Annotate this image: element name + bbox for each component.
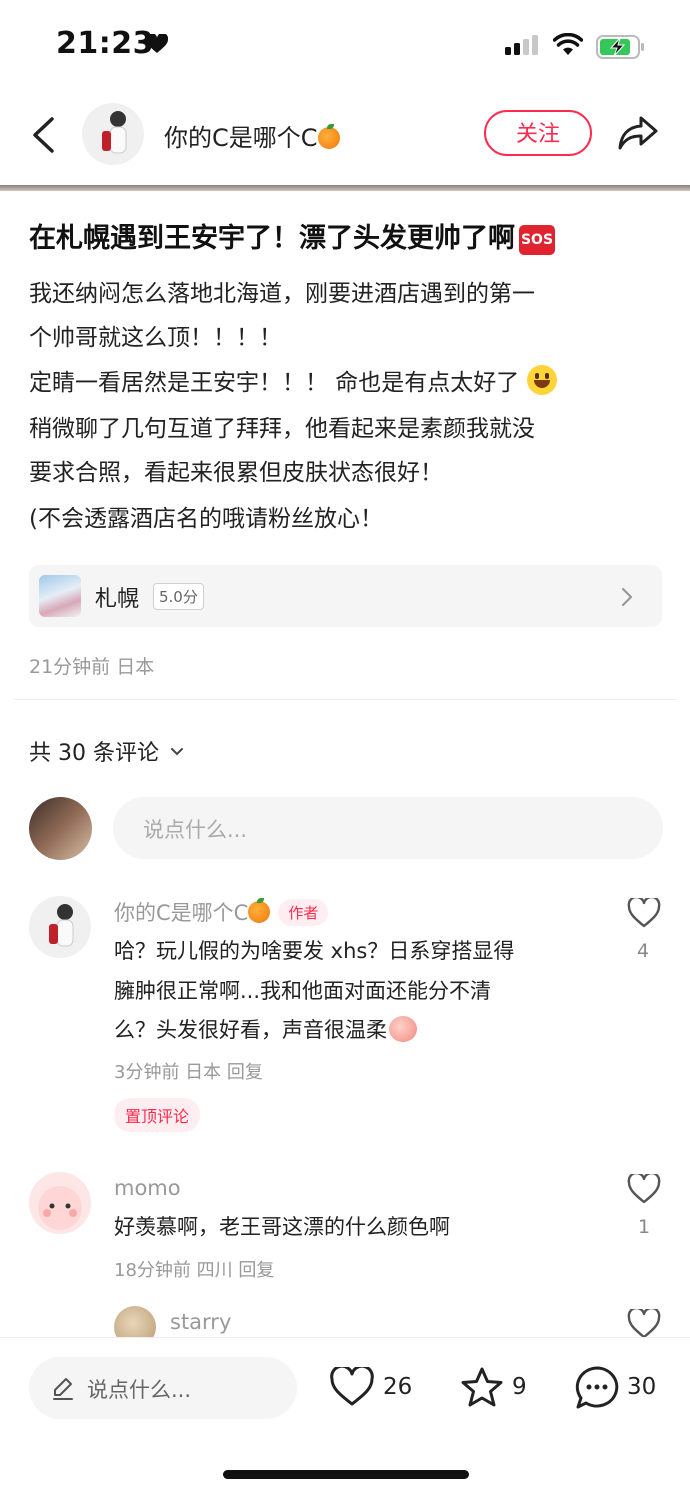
chevron-down-icon bbox=[170, 748, 183, 756]
post-title: 在札幌遇到王安宇了！漂了头发更帅了啊 SOS bbox=[29, 223, 555, 255]
comment-count: 30 bbox=[627, 1374, 657, 1400]
comment-like-count: 1 bbox=[638, 1216, 651, 1238]
comment-text: 好羡慕啊，老王哥这漂的什么颜色啊 bbox=[114, 1215, 450, 1239]
orange-emoji-icon bbox=[317, 124, 340, 149]
post-image-edge bbox=[0, 185, 690, 191]
back-arrow-icon[interactable] bbox=[30, 116, 56, 154]
wifi-icon bbox=[553, 33, 583, 55]
status-time: 21:23 bbox=[56, 26, 154, 61]
comment-meta[interactable]: 3分钟前 日本 回复 bbox=[114, 1058, 263, 1084]
share-icon[interactable] bbox=[617, 114, 659, 152]
post-body-line: (不会透露酒店名的哦请粉丝放心！ bbox=[29, 506, 383, 532]
heart-outline-icon[interactable] bbox=[627, 1174, 661, 1204]
location-name: 札幌 bbox=[95, 587, 140, 612]
pinned-comment-tag: 置顶评论 bbox=[114, 1098, 201, 1132]
location-card[interactable]: 札幌 5.0分 bbox=[29, 565, 662, 627]
avatar[interactable] bbox=[29, 896, 91, 958]
chevron-right-icon bbox=[621, 587, 633, 607]
comment-count-toggle[interactable]: 共 30 条评论 bbox=[29, 735, 184, 767]
comment-author[interactable]: starry bbox=[170, 1310, 231, 1334]
post-body-line: 我还纳闷怎么落地北海道，刚要进酒店遇到的第一 bbox=[29, 281, 535, 307]
post-body-line: 稍微聊了几句互道了拜拜，他看起来是素颜我就没 bbox=[29, 416, 535, 442]
post-body-line: 要求合照，看起来很累但皮肤状态很好！ bbox=[29, 460, 443, 486]
heart-status-icon bbox=[146, 34, 168, 53]
comment-meta[interactable]: 18分钟前 四川 回复 bbox=[114, 1256, 274, 1282]
star-icon[interactable] bbox=[458, 1365, 506, 1411]
pencil-icon bbox=[53, 1378, 73, 1400]
like-heart-icon[interactable] bbox=[329, 1367, 375, 1407]
my-avatar bbox=[29, 797, 92, 860]
heart-outline-icon[interactable] bbox=[627, 898, 661, 928]
signal-icon bbox=[505, 35, 538, 55]
author-tag: 作者 bbox=[278, 899, 329, 926]
comment-like-count: 4 bbox=[637, 940, 650, 962]
comment-text: 哈？玩儿假的为啥要发 xhs？日系穿搭显得 bbox=[114, 939, 515, 963]
location-thumbnail bbox=[39, 575, 81, 617]
follow-button[interactable]: 关注 bbox=[484, 110, 592, 156]
comment-text: 臃肿很正常啊...我和他面对面还能分不清 bbox=[114, 979, 492, 1003]
post-body-line: 个帅哥就这么顶！！！！ bbox=[29, 325, 282, 351]
grinning-emoji-icon bbox=[526, 365, 557, 395]
bottom-comment-input[interactable]: 说点什么... bbox=[29, 1357, 297, 1419]
post-meta: 21分钟前 日本 bbox=[29, 656, 155, 678]
comment-input[interactable]: 说点什么... bbox=[113, 797, 663, 859]
comment-author[interactable]: 你的C是哪个C 作者 bbox=[114, 897, 329, 927]
peach-emoji-icon bbox=[389, 1016, 417, 1042]
author-name[interactable]: 你的C是哪个C bbox=[164, 118, 340, 153]
orange-emoji-icon bbox=[248, 898, 271, 923]
author-avatar[interactable] bbox=[82, 103, 144, 165]
comment-author[interactable]: momo bbox=[114, 1176, 181, 1200]
favorite-count: 9 bbox=[512, 1374, 527, 1400]
heart-outline-icon[interactable] bbox=[627, 1309, 661, 1339]
comment-text: 么？头发很好看，声音很温柔 bbox=[114, 1010, 417, 1050]
avatar[interactable] bbox=[29, 1172, 91, 1234]
battery-icon bbox=[596, 35, 644, 59]
location-score: 5.0分 bbox=[153, 583, 204, 610]
comment-bubble-icon[interactable] bbox=[573, 1364, 621, 1412]
post-body-line: 定睛一看居然是王安宇！！！ 命也是有点太好了 bbox=[29, 361, 659, 405]
like-count: 26 bbox=[383, 1374, 413, 1400]
divider bbox=[14, 699, 676, 700]
sos-badge: SOS bbox=[519, 225, 555, 255]
home-indicator bbox=[223, 1470, 469, 1479]
